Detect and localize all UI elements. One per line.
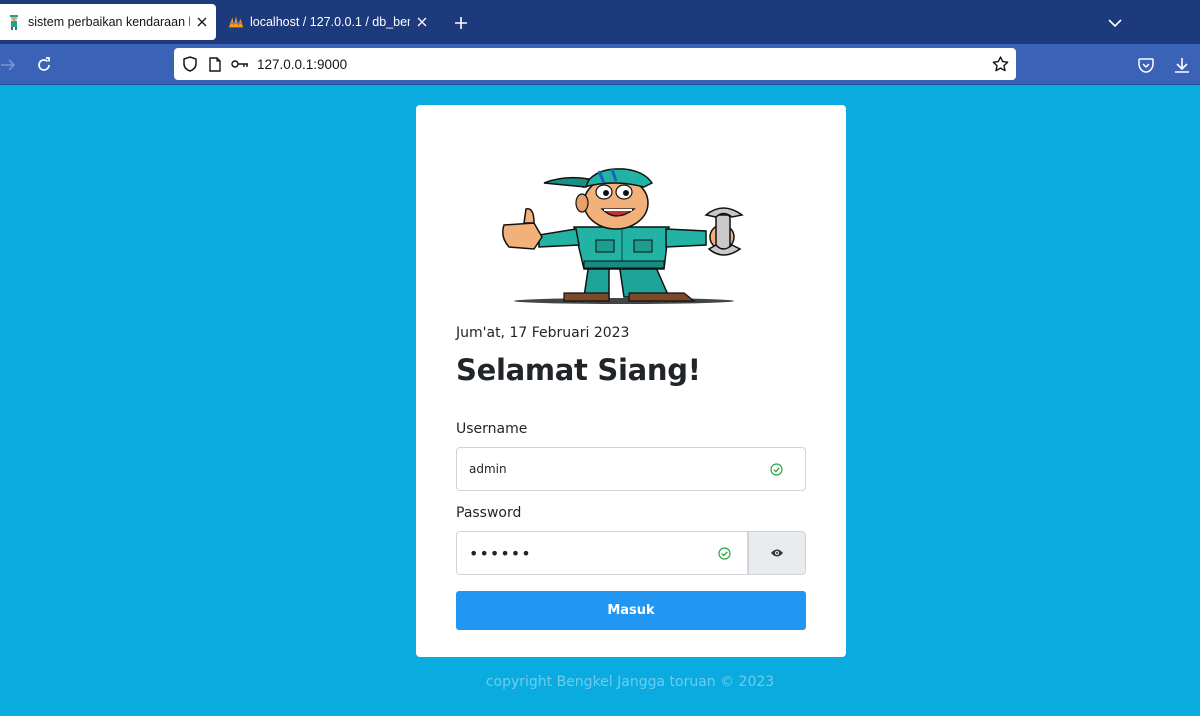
pocket-icon[interactable] bbox=[1134, 53, 1158, 77]
valid-check-icon bbox=[717, 546, 731, 560]
tab-title: sistem perbaikan kendaraan berbasis bbox=[28, 15, 190, 29]
password-field-wrapper bbox=[456, 531, 748, 575]
new-tab-icon[interactable] bbox=[450, 12, 472, 34]
mechanic-favicon-icon bbox=[6, 14, 22, 30]
mechanic-mascot-illustration bbox=[502, 168, 744, 304]
page-icon[interactable] bbox=[206, 55, 224, 73]
eye-icon bbox=[771, 549, 783, 557]
url-text[interactable]: 127.0.0.1:9000 bbox=[257, 57, 991, 72]
password-input[interactable] bbox=[469, 532, 717, 574]
password-label: Password bbox=[456, 505, 522, 521]
toggle-password-visibility-button[interactable] bbox=[748, 531, 806, 575]
key-icon[interactable] bbox=[231, 55, 249, 73]
close-tab-icon[interactable] bbox=[194, 14, 210, 30]
valid-check-icon bbox=[769, 462, 783, 476]
username-label: Username bbox=[456, 421, 528, 437]
download-icon[interactable] bbox=[1170, 53, 1194, 77]
reload-icon[interactable] bbox=[32, 53, 56, 77]
greeting-heading: Selamat Siang! bbox=[456, 353, 701, 387]
current-date: Jum'at, 17 Februari 2023 bbox=[456, 325, 630, 341]
footer-copyright: copyright Bengkel Jangga toruan © 2023 bbox=[485, 674, 775, 690]
close-tab-icon[interactable] bbox=[414, 14, 430, 30]
browser-tab-strip: sistem perbaikan kendaraan berbasis loca… bbox=[0, 0, 1200, 44]
browser-toolbar: 127.0.0.1:9000 bbox=[0, 44, 1200, 85]
address-bar[interactable]: 127.0.0.1:9000 bbox=[174, 48, 1016, 80]
login-submit-button[interactable]: Masuk bbox=[456, 591, 806, 630]
star-bookmark-icon[interactable] bbox=[991, 55, 1009, 73]
tab-login-page[interactable]: sistem perbaikan kendaraan berbasis bbox=[0, 4, 216, 40]
username-field-wrapper bbox=[456, 447, 806, 491]
chevron-down-icon[interactable] bbox=[1104, 12, 1126, 34]
login-card: Jum'at, 17 Februari 2023 Selamat Siang! … bbox=[416, 105, 846, 657]
shield-icon[interactable] bbox=[181, 55, 199, 73]
tab-phpmyadmin[interactable]: localhost / 127.0.0.1 / db_bengkel bbox=[222, 4, 436, 40]
username-input[interactable] bbox=[469, 448, 769, 490]
tab-title: localhost / 127.0.0.1 / db_bengkel bbox=[250, 15, 410, 29]
phpmyadmin-favicon-icon bbox=[228, 14, 244, 30]
forward-arrow-icon[interactable] bbox=[0, 53, 20, 77]
